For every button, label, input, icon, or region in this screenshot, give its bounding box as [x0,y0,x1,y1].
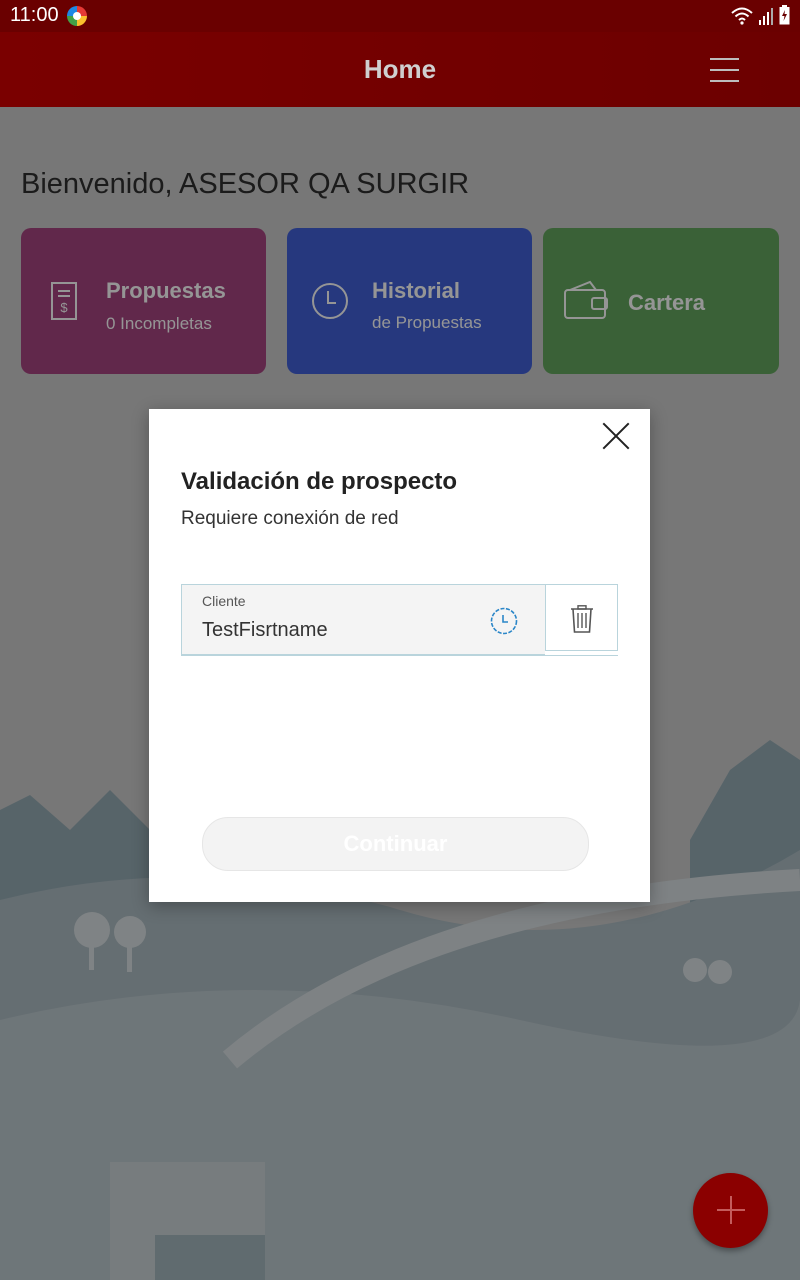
wifi-icon [731,7,753,25]
close-icon[interactable] [601,421,631,451]
delete-button[interactable] [545,584,618,651]
app-notification-icon [67,6,87,26]
status-icons [731,5,790,25]
continue-button[interactable]: Continuar [202,817,589,871]
field-divider [181,655,618,656]
page-title: Home [363,54,437,84]
cliente-field[interactable]: Cliente [181,584,545,655]
dialog-subtitle: Requiere conexión de red [181,508,399,529]
battery-icon [779,5,790,25]
cliente-input[interactable] [202,619,472,642]
status-bar: 11:00 [0,0,800,32]
hamburger-menu-icon[interactable] [710,58,740,82]
dialog-title: Validación de prospecto [181,468,458,495]
pending-clock-icon [490,607,518,635]
status-time: 11:00 [10,4,59,26]
trash-icon [571,605,593,633]
cliente-label: Cliente [202,593,246,609]
validation-dialog: Validación de prospecto Requiere conexió… [149,409,650,902]
signal-icon [759,8,773,25]
app-bar: Home [0,32,800,107]
add-fab-button[interactable] [693,1173,768,1248]
